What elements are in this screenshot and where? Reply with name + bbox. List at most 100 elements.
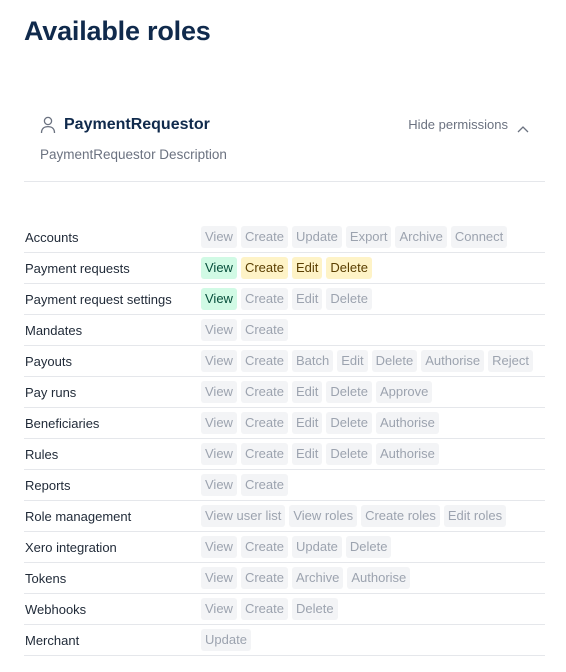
permission-chip[interactable]: Create	[240, 536, 288, 558]
permission-actions: View user list View roles Create roles Edit…	[201, 505, 507, 527]
permission-row: Rules View Create Edit Delete Authorise	[24, 439, 545, 470]
permission-chip[interactable]: Create	[240, 567, 288, 589]
permission-row: Beneficiaries View Create Edit Delete Authori…	[24, 408, 545, 439]
permission-chip[interactable]: Reject	[488, 350, 533, 372]
permission-actions: View Create Batch Edit Delete Authorise Reject	[201, 350, 533, 372]
permission-chip[interactable]: Create	[240, 226, 288, 248]
hide-permissions-button[interactable]: Hide permissions	[408, 117, 529, 132]
permission-label: Payment request settings	[25, 291, 172, 307]
permission-row: Accounts View Create Update Export Archive Con…	[24, 222, 545, 253]
permission-label: Webhooks	[25, 601, 87, 617]
permission-chip[interactable]: View	[201, 319, 237, 341]
permission-chip[interactable]: Delete	[345, 536, 392, 558]
permission-chip[interactable]: View roles	[289, 505, 358, 527]
permission-row: Webhooks View Create Delete	[24, 594, 545, 625]
permission-label: Payment requests	[25, 260, 130, 276]
permission-chip[interactable]: View	[201, 350, 237, 372]
permission-actions: View Create	[201, 474, 288, 496]
permission-actions: View Create Edit Delete Approve	[201, 381, 433, 403]
permission-chip[interactable]: View	[201, 257, 237, 279]
permission-actions: View Create Edit Delete Authorise	[201, 443, 439, 465]
permission-chip[interactable]: View	[201, 474, 237, 496]
permission-chip[interactable]: Create	[240, 350, 288, 372]
permission-label: Xero integration	[25, 539, 117, 555]
permission-row: Reports View Create	[24, 470, 545, 501]
permission-chip[interactable]: Create roles	[361, 505, 440, 527]
permission-actions: View Create Edit Delete	[201, 288, 372, 310]
permission-actions: View Create Delete	[201, 598, 338, 620]
permission-chip[interactable]: Create	[240, 319, 288, 341]
permission-chip[interactable]: Edit	[291, 288, 323, 310]
permission-chip[interactable]: View	[201, 288, 237, 310]
permission-label: Role management	[25, 508, 132, 524]
permission-chip[interactable]: View	[201, 381, 237, 403]
permission-row: Pay runs View Create Edit Delete Approve	[24, 377, 545, 408]
permission-chip[interactable]: Create	[240, 474, 288, 496]
permission-chip[interactable]: Edit roles	[443, 505, 507, 527]
permissions-table: Accounts View Create Update Export Archive Con…	[24, 222, 545, 656]
permission-actions: View Create Edit Delete Authorise	[201, 412, 439, 434]
role-name: PaymentRequestor	[64, 116, 210, 133]
role-header: PaymentRequestor	[40, 116, 210, 134]
permission-chip[interactable]: Export	[345, 226, 392, 248]
permission-chip[interactable]: Update	[291, 536, 342, 558]
role-card: PaymentRequestor PaymentRequestor Descri…	[24, 104, 545, 182]
permission-chip[interactable]: Edit	[291, 412, 323, 434]
permission-chip[interactable]: Edit	[291, 381, 323, 403]
permission-chip[interactable]: Update	[291, 226, 342, 248]
permission-chip[interactable]: View	[201, 412, 237, 434]
permission-chip[interactable]: Archive	[395, 226, 447, 248]
permission-chip[interactable]: Create	[240, 412, 288, 434]
permission-chip[interactable]: View	[201, 226, 237, 248]
permission-label: Mandates	[25, 322, 83, 338]
permission-chip[interactable]: Create	[240, 257, 288, 279]
permission-label: Pay runs	[25, 384, 77, 400]
permission-chip[interactable]: Approve	[375, 381, 433, 403]
permission-chip[interactable]: Delete	[326, 381, 372, 403]
permission-label: Payouts	[25, 353, 72, 369]
permission-chip[interactable]: Authorise	[421, 350, 485, 372]
permission-chip[interactable]: Delete	[326, 257, 372, 279]
permission-chip[interactable]: Create	[240, 381, 288, 403]
person-icon	[40, 116, 56, 134]
permission-chip[interactable]: Delete	[326, 288, 372, 310]
permission-row: Role management View user list View roles C…	[24, 501, 545, 532]
chevron-up-icon	[517, 121, 529, 132]
permission-row: Payouts View Create Batch Edit Delete Authoris…	[24, 346, 545, 377]
permission-chip[interactable]: Connect	[450, 226, 508, 248]
permission-chip[interactable]: Archive	[291, 567, 344, 589]
permission-row: Payment requests View Create Edit Delete	[24, 253, 545, 284]
permission-actions: View Create Archive Authorise	[201, 567, 411, 589]
permission-chip[interactable]: Create	[240, 598, 288, 620]
permission-chip[interactable]: Delete	[371, 350, 418, 372]
permission-chip[interactable]: Create	[240, 443, 288, 465]
permission-row: Merchant Update	[24, 625, 545, 656]
permission-chip[interactable]: View	[201, 567, 237, 589]
permission-chip[interactable]: View	[201, 443, 237, 465]
permission-chip[interactable]: View	[201, 598, 237, 620]
permission-chip[interactable]: Create	[240, 288, 288, 310]
permission-actions: View Create Update Export Archive Connect	[201, 226, 508, 248]
permission-chip[interactable]: View	[201, 536, 237, 558]
permission-chip[interactable]: Delete	[291, 598, 338, 620]
permission-actions: View Create Edit Delete	[201, 257, 372, 279]
permission-chip[interactable]: Authorise	[375, 412, 439, 434]
permission-chip[interactable]: Edit	[337, 350, 368, 372]
permission-label: Reports	[25, 477, 71, 493]
permission-chip[interactable]: Authorise	[375, 443, 439, 465]
hide-permissions-label: Hide permissions	[408, 117, 508, 132]
page: Available roles PaymentRequestor Payment…	[0, 0, 566, 672]
permission-chip[interactable]: Edit	[291, 257, 323, 279]
permission-chip[interactable]: Edit	[291, 443, 323, 465]
permission-label: Accounts	[25, 229, 79, 245]
permission-row: Xero integration View Create Update Delete	[24, 532, 545, 563]
permission-actions: Update	[201, 629, 251, 651]
permission-chip[interactable]: Delete	[326, 412, 372, 434]
permission-chip[interactable]: View user list	[201, 505, 286, 527]
permission-chip[interactable]: Update	[201, 629, 251, 651]
permission-chip[interactable]: Delete	[326, 443, 372, 465]
permission-chip[interactable]: Authorise	[347, 567, 411, 589]
permission-row: Tokens View Create Archive Authorise	[24, 563, 545, 594]
permission-actions: View Create	[201, 319, 288, 341]
permission-chip[interactable]: Batch	[291, 350, 334, 372]
